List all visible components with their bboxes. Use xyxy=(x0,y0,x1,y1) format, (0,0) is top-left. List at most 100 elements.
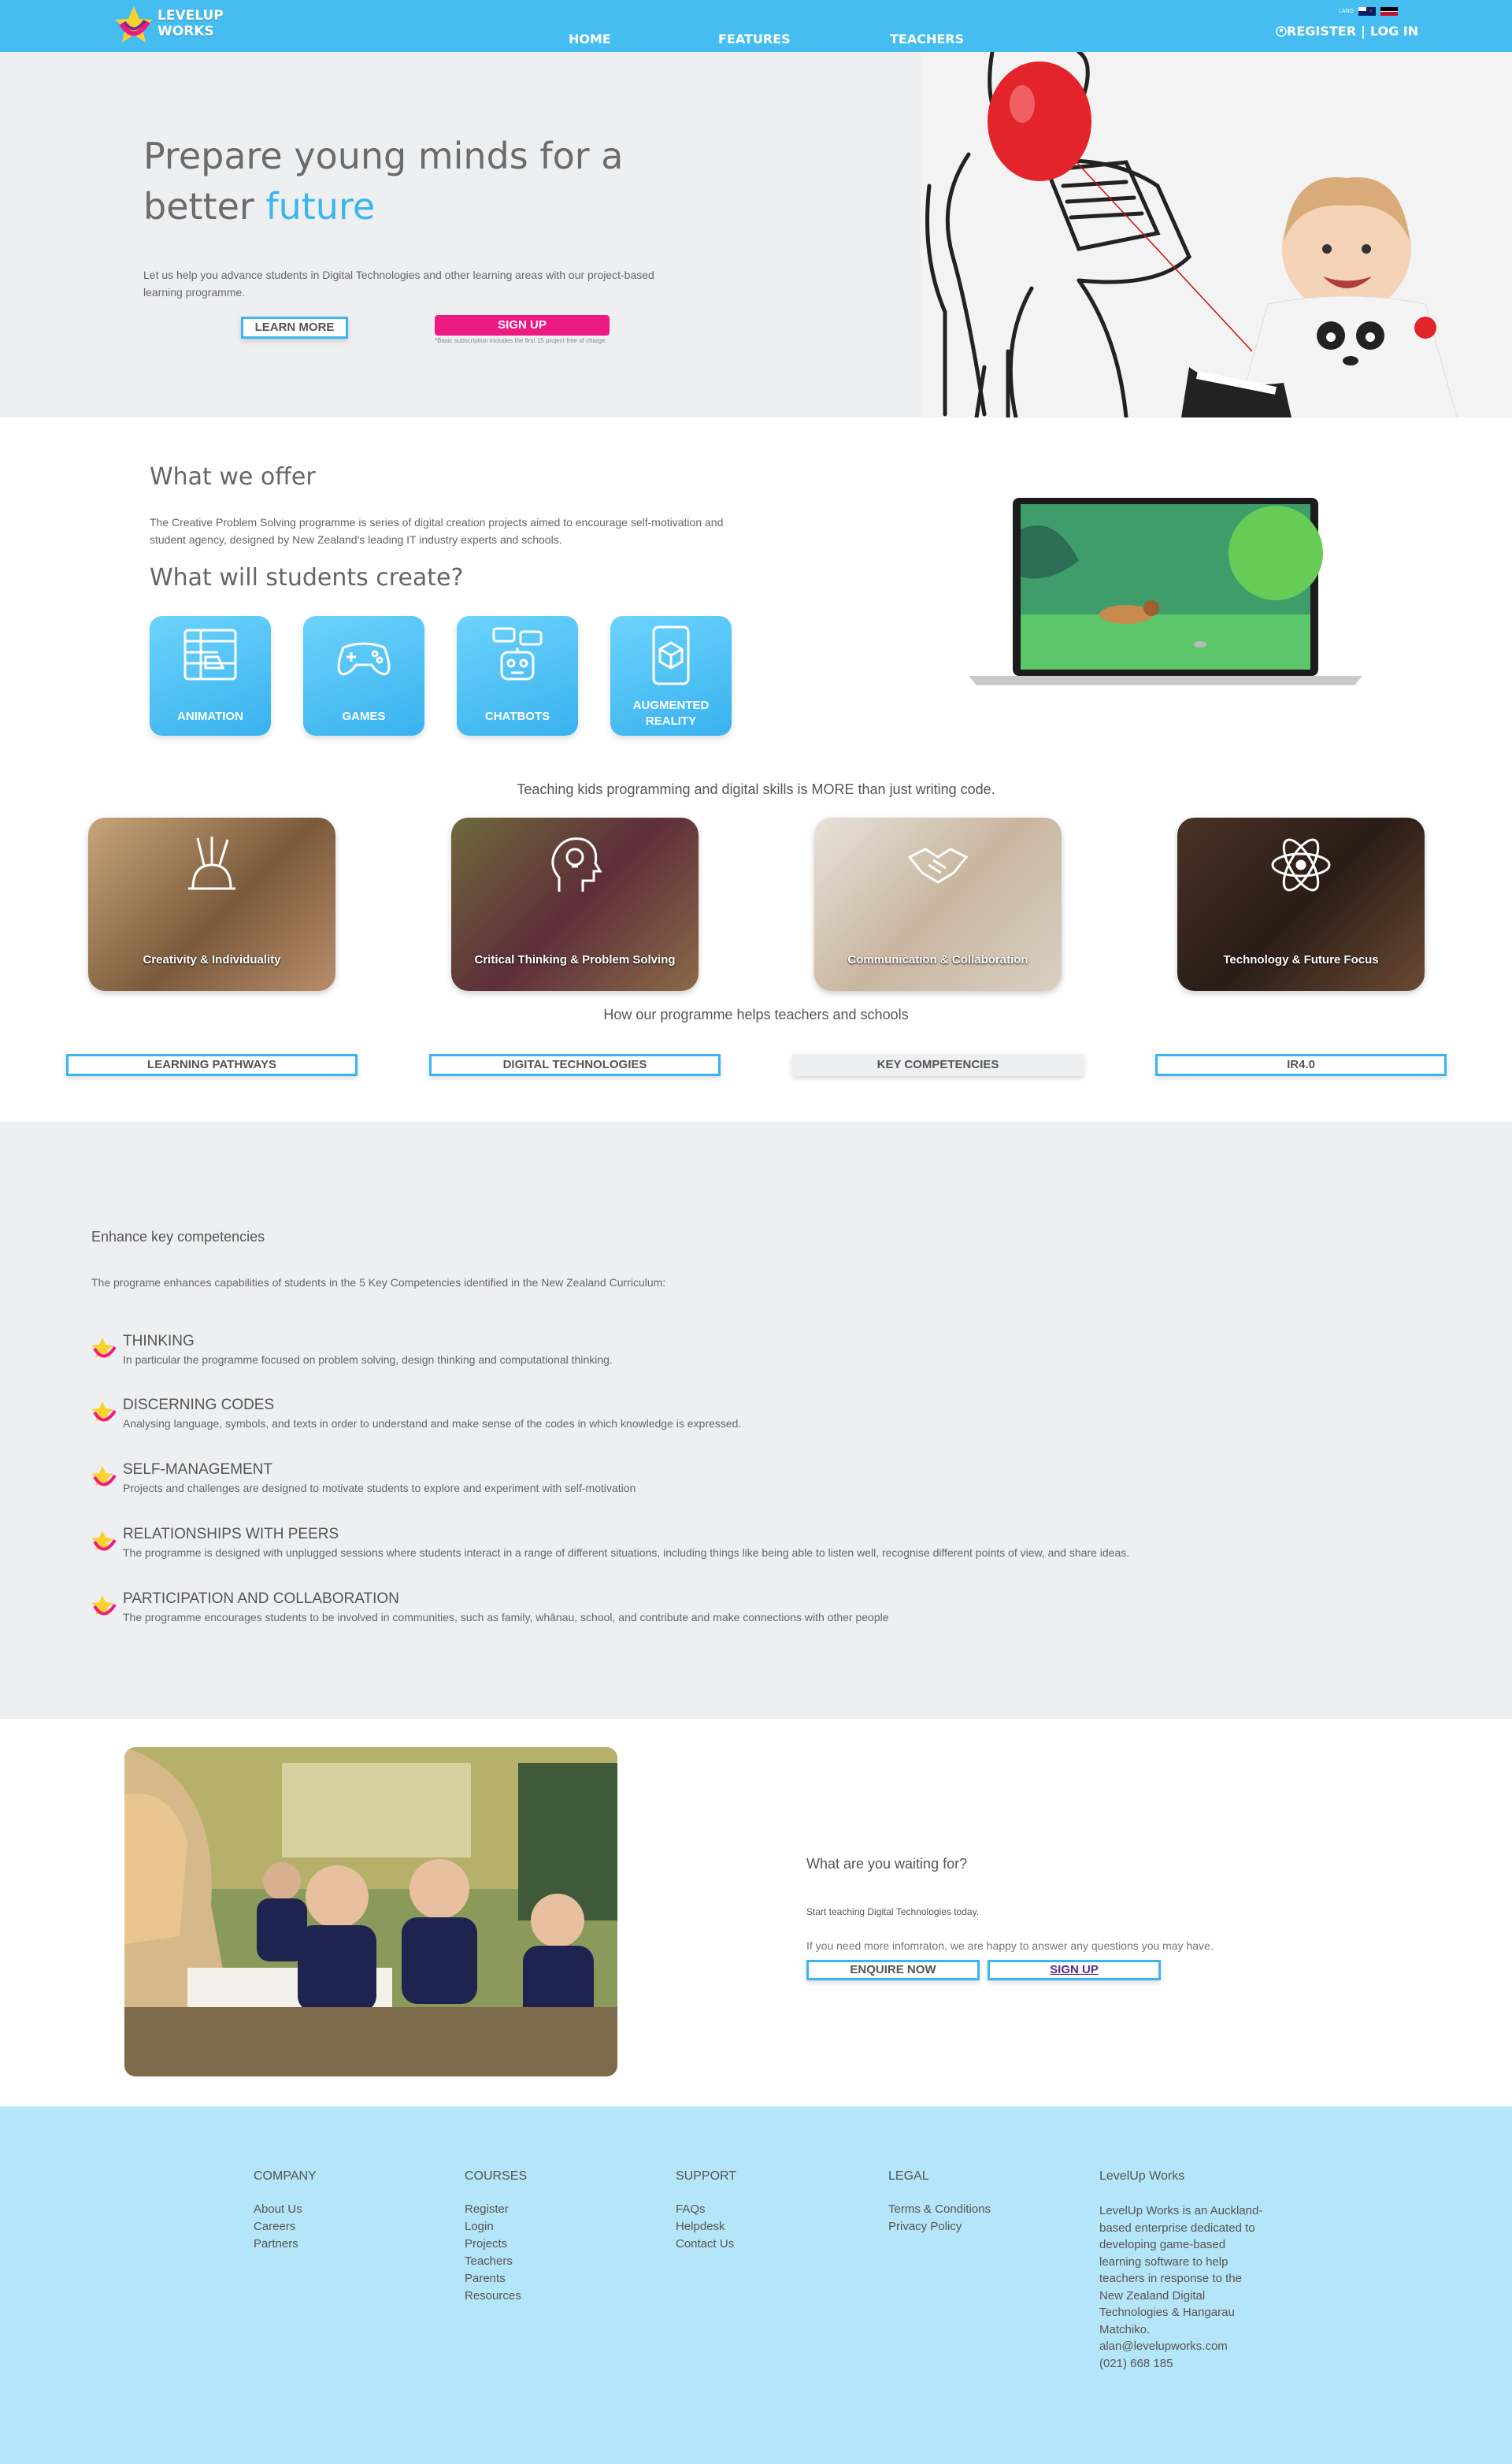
competencies-title: Enhance key competencies xyxy=(91,1229,265,1245)
footer-link[interactable]: Parents xyxy=(465,2270,527,2288)
competency-heading: PARTICIPATION AND COLLABORATION xyxy=(123,1590,399,1607)
footer-heading: SUPPORT xyxy=(676,2169,737,2183)
cta-line2: If you need more infomraton, we are happ… xyxy=(806,1939,1214,1952)
competency-heading: DISCERNING CODES xyxy=(123,1397,275,1413)
star-logo-icon xyxy=(115,6,153,43)
logo-line2: WORKS xyxy=(158,24,214,39)
tile-label: AUGMENTED REALITY xyxy=(632,699,710,728)
competency-text: The programme is designed with unplugged… xyxy=(123,1546,1130,1559)
gamepad-icon xyxy=(337,642,391,676)
hero-description: Let us help you advance students in Digi… xyxy=(143,269,654,299)
enquire-now-button[interactable]: ENQUIRE NOW xyxy=(806,1960,980,1980)
nz-flag-icon[interactable] xyxy=(1358,6,1377,16)
footer-heading: COURSES xyxy=(465,2169,528,2183)
footer-link[interactable]: About Us xyxy=(254,2201,317,2218)
footer-link[interactable]: Contact Us xyxy=(676,2236,736,2253)
language-selector: LANG xyxy=(1339,6,1399,16)
footer xyxy=(0,2106,1512,2464)
tab-digital-technologies[interactable]: DIGITAL TECHNOLOGIES xyxy=(429,1054,721,1076)
star-logo-icon xyxy=(91,1531,117,1551)
footer-link[interactable]: Resources xyxy=(465,2288,527,2305)
tile-games[interactable]: GAMES xyxy=(303,616,424,736)
footer-link[interactable]: Helpdesk xyxy=(676,2218,736,2236)
footer-link[interactable]: Careers xyxy=(254,2218,317,2236)
tab-ir40[interactable]: IR4.0 xyxy=(1155,1054,1447,1076)
footer-support: SUPPORT FAQs Helpdesk Contact Us xyxy=(676,2169,736,2253)
ar-phone-icon xyxy=(652,625,690,685)
tile-chatbots[interactable]: CHATBOTS xyxy=(457,616,578,736)
competency-heading: RELATIONSHIPS WITH PEERS xyxy=(123,1526,339,1542)
footer-legal: LEGAL Terms & Conditions Privacy Policy xyxy=(888,2169,991,2236)
photo-technology: Technology & Future Focus xyxy=(1177,818,1425,991)
footer-link[interactable]: Partners xyxy=(254,2236,317,2253)
competency-heading: SELF-MANAGEMENT xyxy=(123,1461,273,1478)
user-icon xyxy=(1276,25,1287,37)
register-link[interactable]: REGISTER xyxy=(1287,24,1356,39)
star-logo-icon xyxy=(91,1595,117,1616)
nav-home[interactable]: HOME xyxy=(569,32,611,46)
learn-more-button[interactable]: LEARN MORE xyxy=(241,317,348,339)
offer-title: What we offer xyxy=(150,463,316,491)
tab-learning-pathways[interactable]: LEARNING PATHWAYS xyxy=(66,1054,358,1076)
teaching-title: Teaching kids programming and digital sk… xyxy=(517,781,995,797)
footer-link[interactable]: Login xyxy=(465,2218,527,2236)
tile-animation[interactable]: ANIMATION xyxy=(150,616,271,736)
footer-about: LevelUp Works LevelUp Works is an Auckla… xyxy=(1099,2169,1265,2372)
cta-title: What are you waiting for? xyxy=(806,1856,968,1872)
hero-section: Prepare young minds for a better future … xyxy=(0,52,1512,417)
hero-signup-note: *Basic subscription includes the first 1… xyxy=(435,337,607,344)
auth-separator: | xyxy=(1361,24,1366,39)
photo-creativity: Creativity & Individuality xyxy=(88,818,335,991)
top-nav-bar: LEVELUP WORKS HOME FEATURES TEACHERS LANG… xyxy=(0,0,1512,52)
tile-label: GAMES xyxy=(342,710,386,723)
tile-label: ANIMATION xyxy=(177,710,243,723)
footer-heading: COMPANY xyxy=(254,2169,317,2183)
footer-courses: COURSES Register Login Projects Teachers… xyxy=(465,2169,527,2305)
hero-title: Prepare young minds for a better future xyxy=(143,131,695,232)
photo-label: Creativity & Individuality xyxy=(143,953,281,967)
animation-icon xyxy=(183,629,237,681)
competency-heading: THINKING xyxy=(123,1333,195,1349)
hero-title-line1: Prepare young minds for a xyxy=(143,135,624,177)
hero-illustration xyxy=(921,52,1512,417)
lang-label: LANG xyxy=(1339,8,1354,14)
competency-text: The programme encourages students to be … xyxy=(123,1611,889,1623)
nav-teachers[interactable]: TEACHERS xyxy=(890,32,964,46)
cta-sign-up-button[interactable]: SIGN UP xyxy=(988,1960,1161,1980)
nav-features[interactable]: FEATURES xyxy=(718,32,791,46)
offer-description: The Creative Problem Solving programme i… xyxy=(150,516,724,546)
competencies-intro: The programe enhances capabilities of st… xyxy=(91,1276,666,1289)
photo-label: Technology & Future Focus xyxy=(1223,953,1379,967)
footer-link[interactable]: Register xyxy=(465,2201,527,2218)
footer-link[interactable]: Projects xyxy=(465,2236,527,2253)
footer-link[interactable]: Privacy Policy xyxy=(888,2218,991,2236)
maori-flag-icon[interactable] xyxy=(1380,6,1399,16)
competency-text: Projects and challenges are designed to … xyxy=(123,1482,636,1494)
logo-line1: LEVELUP xyxy=(158,8,224,24)
create-title: What will students create? xyxy=(150,564,464,592)
competency-text: In particular the programme focused on p… xyxy=(123,1353,613,1366)
levelup-logo[interactable]: LEVELUP WORKS xyxy=(112,5,230,46)
footer-heading: LEGAL xyxy=(888,2169,929,2183)
auth-links: REGISTER | LOG IN xyxy=(1276,24,1418,39)
footer-link[interactable]: FAQs xyxy=(676,2201,736,2218)
footer-link[interactable]: Teachers xyxy=(465,2253,527,2270)
star-logo-icon xyxy=(91,1466,117,1486)
tile-label: CHATBOTS xyxy=(484,710,550,723)
footer-email[interactable]: alan@levelupworks.com xyxy=(1099,2338,1265,2355)
footer-phone: (021) 668 185 xyxy=(1099,2356,1173,2370)
footer-link[interactable]: Terms & Conditions xyxy=(888,2201,991,2218)
handshake-icon xyxy=(907,848,969,884)
competency-text: Analysing language, symbols, and texts i… xyxy=(123,1417,742,1430)
photo-communication: Communication & Collaboration xyxy=(814,818,1062,991)
footer-about-text: LevelUp Works is an Auckland-based enter… xyxy=(1099,2204,1263,2336)
photo-critical-thinking: Critical Thinking & Problem Solving xyxy=(451,818,699,991)
tile-augmented-reality[interactable]: AUGMENTED REALITY xyxy=(610,616,732,736)
laptop-illustration xyxy=(969,498,1362,687)
tab-key-competencies[interactable]: KEY COMPETENCIES xyxy=(792,1054,1084,1076)
photo-label: Critical Thinking & Problem Solving xyxy=(474,953,676,967)
help-title: How our programme helps teachers and sch… xyxy=(603,1007,909,1022)
chatbot-icon xyxy=(492,627,543,681)
hero-sign-up-button[interactable]: SIGN UP xyxy=(435,315,610,336)
login-link[interactable]: LOG IN xyxy=(1370,24,1418,39)
